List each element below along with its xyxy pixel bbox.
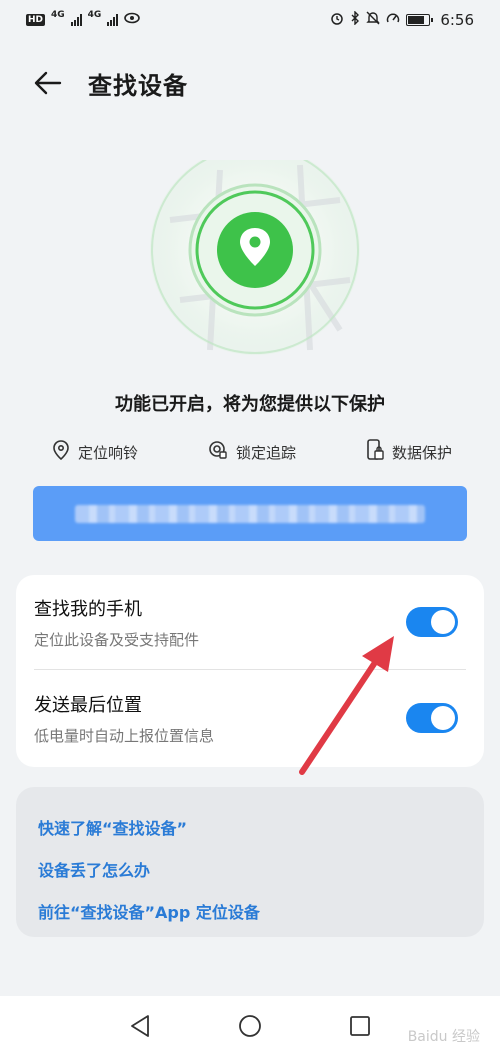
divider <box>34 669 466 670</box>
watermark: Baidu 经验 <box>407 1029 480 1045</box>
protection-features: 定位响铃 锁定追踪 数据保护 <box>52 438 452 466</box>
find-my-phone-subtitle: 定位此设备及受支持配件 <box>34 630 200 649</box>
feature-locate-ring: 定位响铃 <box>52 440 138 464</box>
find-my-phone-row[interactable]: 查找我的手机 定位此设备及受支持配件 <box>16 575 484 669</box>
signal-icon <box>107 14 119 26</box>
status-left: HD 4G 4G <box>26 10 141 28</box>
help-links-card: 快速了解“查找设备” 设备丢了怎么办 前往“查找设备”App 定位设备 <box>16 787 484 937</box>
clock-time: 6:56 <box>440 11 474 29</box>
blurred-account-text <box>75 504 425 523</box>
link-lost-device-help[interactable]: 设备丢了怎么办 <box>38 857 462 881</box>
location-radar-illustration <box>150 145 360 370</box>
send-last-location-toggle[interactable] <box>406 703 458 733</box>
link-open-find-device-app[interactable]: 前往“查找设备”App 定位设备 <box>38 899 462 923</box>
nav-back-icon[interactable] <box>126 1012 154 1040</box>
lock-track-icon <box>208 440 228 464</box>
speed-icon <box>386 11 400 29</box>
alarm-icon <box>330 11 344 29</box>
feature-label: 数据保护 <box>391 443 452 462</box>
status-bar: HD 4G 4G 6:56 <box>0 0 500 40</box>
status-right: 6:56 <box>330 10 474 29</box>
feature-lock-track: 锁定追踪 <box>208 440 296 464</box>
toggle-knob <box>431 706 455 730</box>
signal-icon <box>70 14 82 26</box>
nav-home-icon[interactable] <box>236 1012 264 1040</box>
find-my-phone-toggle[interactable] <box>406 607 458 637</box>
battery-icon <box>406 14 434 26</box>
send-last-location-text: 发送最后位置 低电量时自动上报位置信息 <box>34 691 214 746</box>
toggle-knob <box>431 610 455 634</box>
send-last-location-row[interactable]: 发送最后位置 低电量时自动上报位置信息 <box>16 671 484 765</box>
bluetooth-icon <box>350 10 360 29</box>
account-banner[interactable] <box>33 486 467 541</box>
link-learn-find-device[interactable]: 快速了解“查找设备” <box>38 815 462 839</box>
send-last-location-title: 发送最后位置 <box>34 694 142 716</box>
data-protect-icon <box>366 439 384 465</box>
settings-card: 查找我的手机 定位此设备及受支持配件 发送最后位置 低电量时自动上报位置信息 <box>16 575 484 767</box>
send-last-location-subtitle: 低电量时自动上报位置信息 <box>34 726 215 745</box>
network-type-1: 4G <box>51 10 65 20</box>
feature-label: 定位响铃 <box>78 443 139 462</box>
back-arrow-icon[interactable] <box>34 67 66 99</box>
system-nav-bar: Baidu 经验 <box>0 996 500 1056</box>
find-my-phone-title: 查找我的手机 <box>34 598 142 620</box>
app-header: 查找设备 <box>0 55 500 111</box>
find-my-phone-text: 查找我的手机 定位此设备及受支持配件 <box>34 595 199 650</box>
nav-recents-icon[interactable] <box>346 1012 374 1040</box>
network-type-2: 4G <box>87 10 102 20</box>
location-icon <box>52 440 70 464</box>
protection-status-text: 功能已开启，将为您提供以下保护 <box>115 394 385 415</box>
mute-icon <box>366 11 381 29</box>
feature-label: 锁定追踪 <box>235 443 296 462</box>
feature-data-protect: 数据保护 <box>366 439 452 465</box>
hd-badge: HD <box>26 14 46 26</box>
page-title: 查找设备 <box>88 71 188 100</box>
eye-icon <box>124 12 141 28</box>
